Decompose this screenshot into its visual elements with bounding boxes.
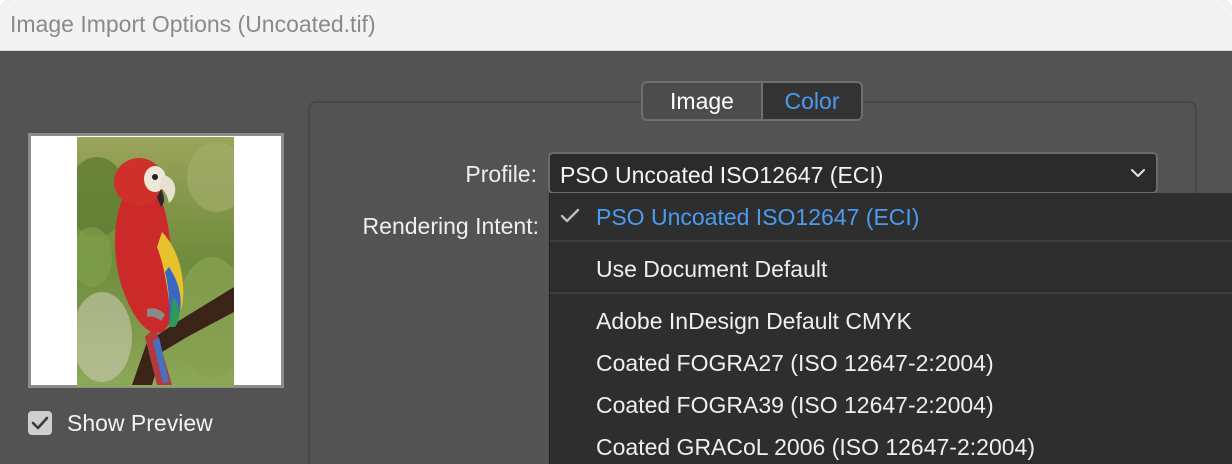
checkbox-box[interactable]: [28, 411, 52, 435]
image-preview-frame: [28, 133, 284, 388]
menu-separator: [550, 240, 1232, 242]
menu-separator: [550, 292, 1232, 294]
tab-switcher: Image Color: [641, 81, 863, 121]
profile-select[interactable]: PSO Uncoated ISO12647 (ECI): [548, 152, 1158, 194]
check-icon: [560, 208, 580, 223]
menu-item-label: Coated FOGRA27 (ISO 12647-2:2004): [596, 350, 994, 376]
checkmark-icon: [31, 416, 49, 430]
menu-item-coated-fogra27[interactable]: Coated FOGRA27 (ISO 12647-2:2004): [550, 342, 1232, 382]
menu-item-coated-gracol-2006[interactable]: Coated GRACoL 2006 (ISO 12647-2:2004): [550, 426, 1232, 464]
menu-item-label: Coated FOGRA39 (ISO 12647-2:2004): [596, 392, 994, 418]
menu-item-label: Coated GRACoL 2006 (ISO 12647-2:2004): [596, 434, 1035, 460]
menu-item-adobe-indesign-default-cmyk[interactable]: Adobe InDesign Default CMYK: [550, 300, 1232, 340]
profile-dropdown-menu: PSO Uncoated ISO12647 (ECI) Use Document…: [549, 193, 1232, 464]
parrot-preview-image: [77, 137, 234, 387]
title-bar[interactable]: Image Import Options (Uncoated.tif): [0, 0, 1232, 51]
menu-item-use-document-default[interactable]: Use Document Default: [550, 248, 1232, 288]
tab-color[interactable]: Color: [763, 83, 861, 119]
profile-select-value: PSO Uncoated ISO12647 (ECI): [560, 162, 884, 188]
show-preview-label: Show Preview: [67, 409, 213, 436]
menu-item-label: Adobe InDesign Default CMYK: [596, 308, 912, 334]
tab-image[interactable]: Image: [643, 83, 763, 119]
menu-item-label: Use Document Default: [596, 256, 828, 282]
image-import-options-dialog: Image Import Options (Uncoated.tif) Show…: [0, 0, 1232, 464]
chevron-down-icon: [1131, 169, 1145, 177]
menu-item-coated-fogra39[interactable]: Coated FOGRA39 (ISO 12647-2:2004): [550, 384, 1232, 424]
profile-label: Profile:: [465, 161, 537, 187]
menu-item-label: PSO Uncoated ISO12647 (ECI): [596, 204, 920, 230]
rendering-intent-label: Rendering Intent:: [362, 213, 539, 239]
show-preview-checkbox[interactable]: Show Preview: [28, 408, 213, 438]
window-title: Image Import Options (Uncoated.tif): [10, 11, 376, 37]
menu-item-pso-uncoated[interactable]: PSO Uncoated ISO12647 (ECI): [550, 196, 1232, 236]
